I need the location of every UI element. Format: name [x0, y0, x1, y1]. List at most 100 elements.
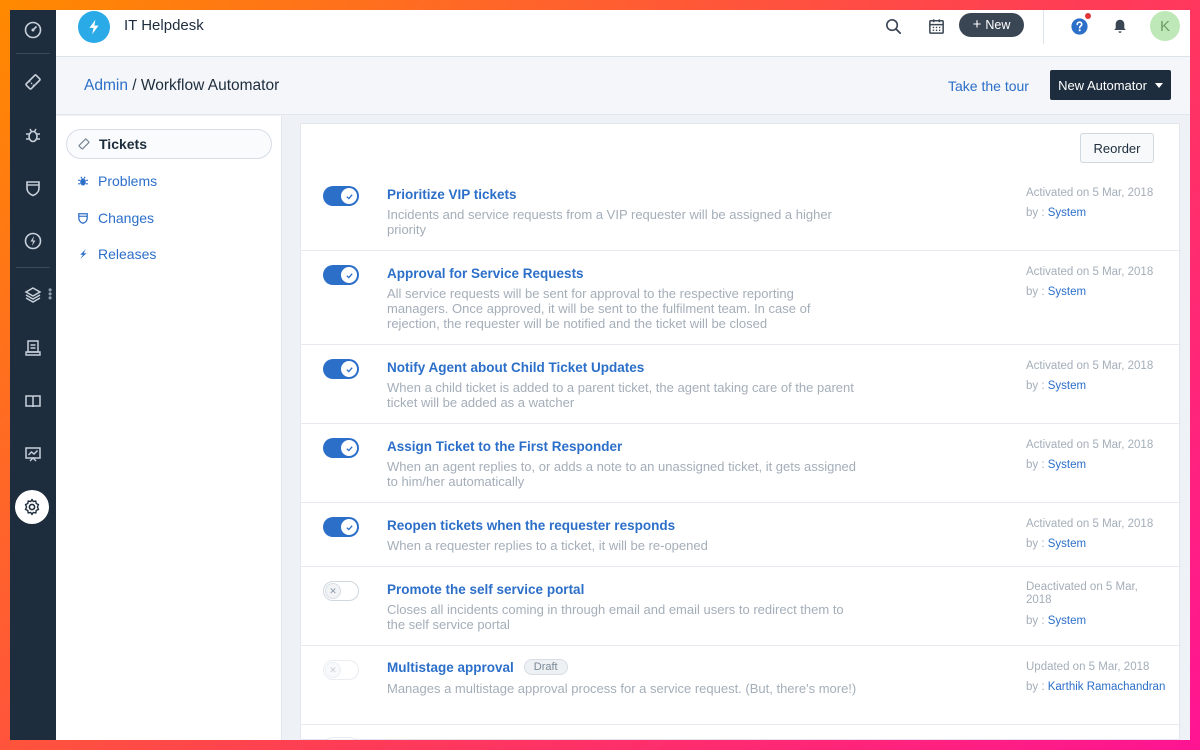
enable-toggle[interactable] — [323, 265, 359, 285]
automator-row: Assign Ticket to the First Responder Whe… — [301, 424, 1181, 503]
automator-title[interactable]: Notify Agent about Child Ticket Updates — [387, 360, 644, 375]
automator-status: Deactivated on 5 Mar, 2018 — [1026, 581, 1138, 606]
caret-down-icon — [1154, 82, 1163, 88]
enable-toggle[interactable]: ✕ — [323, 581, 359, 601]
enable-toggle[interactable] — [323, 517, 359, 537]
automator-description: When a child ticket is added to a parent… — [387, 380, 854, 410]
avatar[interactable]: K — [1150, 11, 1180, 41]
nav-item-label: Problems — [98, 173, 158, 189]
nav-item-label: Tickets — [99, 136, 147, 152]
author-link[interactable]: System — [1048, 380, 1086, 392]
calendar-icon[interactable] — [925, 15, 947, 37]
automator-row: Approval for Service Requests All servic… — [301, 251, 1181, 345]
author-link[interactable]: System — [1048, 459, 1086, 471]
by-label: by : — [1026, 538, 1048, 550]
search-icon[interactable] — [882, 15, 904, 37]
automator-status: Activated on 5 Mar, 2018 — [1026, 439, 1154, 451]
close-icon: ✕ — [325, 662, 341, 678]
draft-badge: Draft — [523, 659, 568, 675]
enable-toggle[interactable]: ✕ — [323, 660, 359, 680]
automator-description: Incidents and service requests from a VI… — [387, 207, 832, 237]
nav-item-tickets[interactable]: Tickets — [66, 129, 272, 159]
ticket-icon — [78, 138, 90, 150]
author-link[interactable]: System — [1048, 286, 1086, 298]
automator-title[interactable]: Reopen tickets when the requester respon… — [387, 518, 675, 533]
automator-list: Reorder Prioritize VIP tickets Incidents… — [300, 123, 1181, 740]
automator-row: Prioritize VIP tickets Incidents and ser… — [301, 172, 1181, 251]
by-label: by : — [1026, 207, 1048, 219]
book-icon[interactable] — [10, 381, 56, 421]
automator-row — [301, 725, 1181, 740]
bug-icon[interactable] — [10, 115, 56, 155]
automator-title[interactable]: Prioritize VIP tickets — [387, 187, 517, 202]
automator-row: ✕ Multistage approval Draft Manages a mu… — [301, 646, 1181, 725]
take-tour-link[interactable]: Take the tour — [948, 78, 1029, 94]
automator-author: by : Karthik Ramachandran — [1026, 681, 1165, 693]
bug-icon — [78, 176, 88, 186]
author-link[interactable]: System — [1048, 207, 1086, 219]
automator-title[interactable]: Approval for Service Requests — [387, 266, 584, 281]
automator-status: Activated on 5 Mar, 2018 — [1026, 266, 1154, 278]
new-automator-button[interactable]: New Automator — [1050, 70, 1171, 100]
chart-icon[interactable] — [10, 434, 56, 474]
check-icon — [345, 272, 353, 279]
nav-item-problems[interactable]: Problems — [66, 166, 272, 196]
automator-author: by : System — [1026, 615, 1086, 627]
page-header: Admin / Workflow Automator Take the tour… — [56, 57, 1190, 115]
close-icon: ✕ — [325, 583, 341, 599]
automator-title[interactable]: Multistage approval Draft — [387, 659, 568, 675]
enable-toggle[interactable] — [323, 186, 359, 206]
lightning-icon[interactable] — [10, 221, 56, 261]
new-button[interactable]: + New — [959, 13, 1024, 37]
bell-icon[interactable] — [1109, 15, 1131, 37]
document-icon[interactable] — [10, 328, 56, 368]
nav-item-label: Releases — [98, 246, 157, 262]
app-window: • • • IT Helpdesk + New K Admin / Workfl… — [10, 10, 1190, 740]
enable-toggle[interactable] — [323, 737, 359, 740]
dashboard-icon[interactable] — [10, 10, 56, 50]
automator-title-text: Promote the self service portal — [387, 582, 585, 597]
automator-title-text: Multistage approval — [387, 659, 514, 675]
automator-status: Activated on 5 Mar, 2018 — [1026, 518, 1154, 530]
automator-title-text: Reopen tickets when the requester respon… — [387, 518, 676, 533]
check-icon — [345, 524, 353, 531]
author-link[interactable]: System — [1048, 538, 1086, 550]
author-link[interactable]: System — [1048, 615, 1086, 627]
enable-toggle[interactable] — [323, 359, 359, 379]
page-title: Workflow Automator — [140, 77, 280, 94]
shield-icon[interactable] — [10, 168, 56, 208]
ticket-icon[interactable] — [10, 62, 56, 102]
automator-author: by : System — [1026, 286, 1086, 298]
app-title: IT Helpdesk — [124, 17, 204, 34]
new-button-label: New — [985, 18, 1011, 32]
by-label: by : — [1026, 615, 1048, 627]
automator-description: When an agent replies to, or adds a note… — [387, 459, 857, 489]
breadcrumb-admin[interactable]: Admin — [84, 77, 128, 94]
automator-status: Activated on 5 Mar, 2018 — [1026, 360, 1154, 372]
check-icon — [345, 193, 353, 200]
automator-title-text: Approval for Service Requests — [387, 266, 584, 281]
icon-rail: • • • — [10, 10, 56, 740]
lightning-icon — [80, 249, 87, 259]
automator-title[interactable]: Promote the self service portal — [387, 582, 584, 597]
module-nav: Tickets Problems Changes Releases — [56, 116, 282, 740]
enable-toggle[interactable] — [323, 438, 359, 458]
automator-title-text: Notify Agent about Child Ticket Updates — [387, 360, 645, 375]
automator-status: Updated on 5 Mar, 2018 — [1026, 661, 1150, 673]
by-label: by : — [1026, 681, 1048, 693]
check-icon — [345, 366, 353, 373]
automator-title[interactable]: Assign Ticket to the First Responder — [387, 439, 622, 454]
breadcrumb-separator: / — [127, 77, 141, 94]
author-link[interactable]: Karthik Ramachandran — [1048, 681, 1166, 693]
gear-icon[interactable] — [15, 490, 49, 524]
app-logo[interactable] — [78, 11, 110, 43]
automator-description: Closes all incidents coming in through e… — [387, 602, 844, 632]
more-icon[interactable]: • • • — [48, 284, 52, 304]
automator-description: Manages a multistage approval process fo… — [387, 681, 857, 696]
nav-item-releases[interactable]: Releases — [66, 239, 272, 269]
automator-title-text: Prioritize VIP tickets — [387, 187, 517, 202]
reorder-button[interactable]: Reorder — [1080, 133, 1154, 163]
automator-status: Activated on 5 Mar, 2018 — [1026, 187, 1154, 199]
nav-item-changes[interactable]: Changes — [66, 203, 272, 233]
divider — [1043, 10, 1044, 44]
